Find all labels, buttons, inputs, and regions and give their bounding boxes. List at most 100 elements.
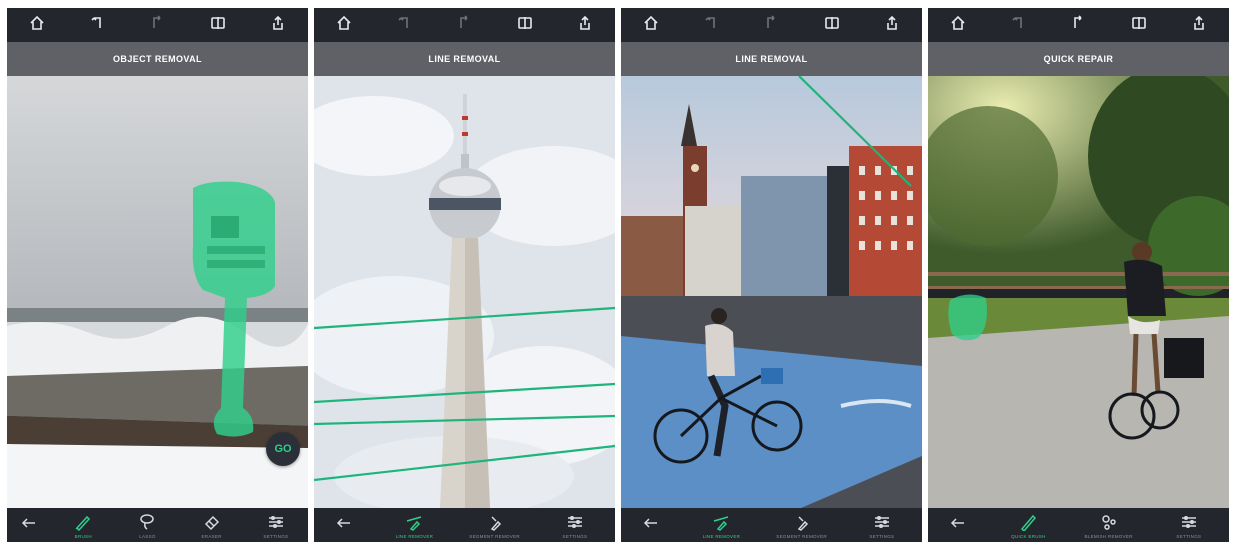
top-toolbar	[928, 8, 1229, 42]
tool-eraser[interactable]: ERASER	[182, 508, 242, 542]
screenshot-collage: OBJECT REMOVAL GO BRUSH LASSO ERASER SET…	[0, 0, 1234, 542]
tool-brush[interactable]: BRUSH	[53, 508, 113, 542]
tool-settings[interactable]: SETTINGS	[246, 508, 306, 542]
line-remover-icon	[405, 512, 423, 532]
share-button[interactable]	[881, 14, 903, 36]
redo-button[interactable]	[1067, 14, 1089, 36]
settings-sliders-icon	[1180, 512, 1198, 532]
segment-remover-icon	[486, 512, 504, 532]
undo-button[interactable]	[393, 14, 415, 36]
home-icon	[950, 15, 966, 36]
share-button[interactable]	[574, 14, 596, 36]
phone-screen-object-removal: OBJECT REMOVAL GO BRUSH LASSO ERASER SET…	[7, 8, 308, 542]
blemish-remover-icon	[1100, 512, 1118, 532]
share-icon	[270, 15, 286, 36]
compare-button[interactable]	[1128, 14, 1150, 36]
compare-button[interactable]	[207, 14, 229, 36]
compare-icon	[824, 15, 840, 36]
settings-sliders-icon	[566, 512, 584, 532]
tool-label: LINE REMOVER	[702, 533, 741, 539]
share-button[interactable]	[267, 14, 289, 36]
redo-button[interactable]	[760, 14, 782, 36]
redo-button[interactable]	[146, 14, 168, 36]
tool-label: BRUSH	[74, 533, 92, 539]
photo-canvas-tv-tower[interactable]	[314, 76, 615, 508]
eraser-icon	[203, 512, 221, 532]
tool-label: SETTINGS	[1176, 533, 1202, 539]
photo-canvas-park-cyclist[interactable]	[928, 76, 1229, 508]
undo-icon	[703, 15, 719, 36]
brush-icon	[74, 512, 92, 532]
settings-sliders-icon	[873, 512, 891, 532]
share-icon	[577, 15, 593, 36]
tool-quick-brush[interactable]: QUICK BRUSH	[998, 508, 1058, 542]
phone-screen-line-removal-city: LINE REMOVAL LINE REMOVER SEGMENT REMOVE…	[621, 8, 922, 542]
mode-title: OBJECT REMOVAL	[7, 42, 308, 76]
bottom-toolbar: LINE REMOVER SEGMENT REMOVER SETTINGS	[314, 508, 615, 542]
arrow-left-icon	[336, 515, 352, 536]
tool-blemish-remover[interactable]: BLEMISH REMOVER	[1079, 508, 1139, 542]
bottom-toolbar: QUICK BRUSH BLEMISH REMOVER SETTINGS	[928, 508, 1229, 542]
line-remover-icon	[712, 512, 730, 532]
home-button[interactable]	[333, 14, 355, 36]
top-toolbar	[7, 8, 308, 42]
quick-brush-mask	[948, 294, 987, 341]
phone-screen-quick-repair: QUICK REPAIR QUICK BRUSH BLEMISH REMOVER…	[928, 8, 1229, 542]
tool-settings[interactable]: SETTINGS	[545, 508, 605, 542]
tool-label: SEGMENT REMOVER	[776, 533, 827, 539]
compare-button[interactable]	[514, 14, 536, 36]
mode-title: LINE REMOVAL	[314, 42, 615, 76]
segment-remover-icon	[793, 512, 811, 532]
lasso-icon	[138, 512, 156, 532]
tool-label: SEGMENT REMOVER	[469, 533, 520, 539]
home-icon	[643, 15, 659, 36]
tool-label: LASSO	[139, 533, 156, 539]
undo-button[interactable]	[86, 14, 108, 36]
top-toolbar	[314, 8, 615, 42]
mode-title: LINE REMOVAL	[621, 42, 922, 76]
top-toolbar	[621, 8, 922, 42]
back-button[interactable]	[938, 508, 978, 542]
undo-button[interactable]	[1007, 14, 1029, 36]
tool-label: LINE REMOVER	[395, 533, 434, 539]
share-button[interactable]	[1188, 14, 1210, 36]
photo-canvas-city-cyclist[interactable]	[621, 76, 922, 508]
home-icon	[336, 15, 352, 36]
undo-button[interactable]	[700, 14, 722, 36]
settings-sliders-icon	[267, 512, 285, 532]
back-button[interactable]	[631, 508, 671, 542]
tool-settings[interactable]: SETTINGS	[1159, 508, 1219, 542]
back-button[interactable]	[324, 508, 364, 542]
redo-icon	[456, 14, 472, 36]
tool-label: BLEMISH REMOVER	[1084, 533, 1133, 539]
compare-button[interactable]	[821, 14, 843, 36]
redo-icon	[149, 14, 165, 36]
go-button[interactable]: GO	[266, 432, 300, 466]
bottom-toolbar: BRUSH LASSO ERASER SETTINGS	[7, 508, 308, 542]
home-icon	[29, 15, 45, 36]
tool-line-remover[interactable]: LINE REMOVER	[691, 508, 751, 542]
tool-lasso[interactable]: LASSO	[117, 508, 177, 542]
home-button[interactable]	[640, 14, 662, 36]
share-icon	[1191, 15, 1207, 36]
undo-icon	[89, 15, 105, 36]
quick-brush-icon	[1019, 512, 1037, 532]
bottom-toolbar: LINE REMOVER SEGMENT REMOVER SETTINGS	[621, 508, 922, 542]
compare-icon	[1131, 15, 1147, 36]
arrow-left-icon	[643, 515, 659, 536]
redo-icon	[1070, 14, 1086, 36]
tool-segment-remover[interactable]: SEGMENT REMOVER	[465, 508, 525, 542]
phone-screen-line-removal-tower: LINE REMOVAL LINE REMOVER SEGMENT REMOVE…	[314, 8, 615, 542]
compare-icon	[517, 15, 533, 36]
compare-icon	[210, 15, 226, 36]
home-button[interactable]	[26, 14, 48, 36]
redo-button[interactable]	[453, 14, 475, 36]
photo-canvas-beach-sign[interactable]: GO	[7, 76, 308, 508]
home-button[interactable]	[947, 14, 969, 36]
back-button[interactable]	[9, 508, 49, 542]
share-icon	[884, 15, 900, 36]
tool-segment-remover[interactable]: SEGMENT REMOVER	[772, 508, 832, 542]
tool-line-remover[interactable]: LINE REMOVER	[384, 508, 444, 542]
tool-settings[interactable]: SETTINGS	[852, 508, 912, 542]
tool-label: SETTINGS	[869, 533, 895, 539]
